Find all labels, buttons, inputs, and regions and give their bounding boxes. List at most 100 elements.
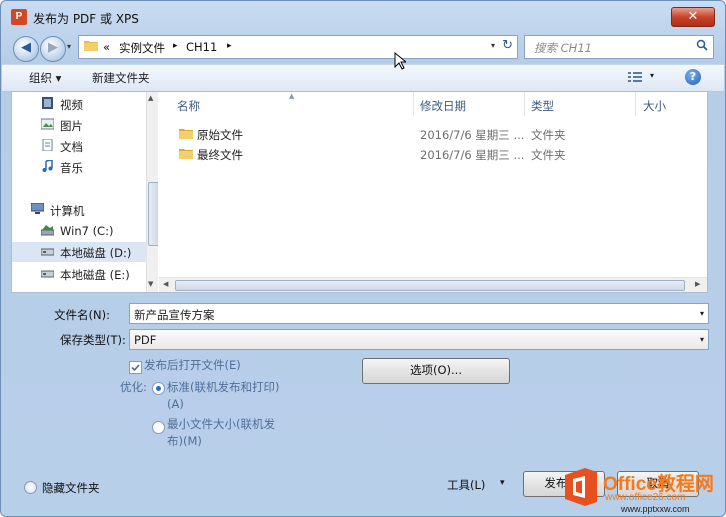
chevron-down-icon[interactable]: ▾ [700,335,704,344]
sidebar-item-label: Win7 (C:) [60,224,114,238]
file-row[interactable]: 最终文件 2016/7/6 星期三 ... 文件夹 [175,144,695,164]
browser-panel: 视频 图片 文档 音乐 计算机 Win7 (C:) 本地磁盘 (D:) 本地磁盘… [11,91,708,293]
sidebar-item-label: 图片 [60,119,83,133]
search-icon[interactable] [696,39,708,51]
search-input[interactable]: 搜索 CH11 [524,35,714,59]
breadcrumb-separator[interactable]: ▸ [173,41,178,51]
sort-indicator-icon: ▲ [289,92,295,100]
checkmark-icon [131,364,140,372]
sidebar-item-documents[interactable]: 文档 [12,136,146,156]
dialog-window: P 发布为 PDF 或 XPS ✕ ◀ ▶ ▾ « 实例文件 ▸ CH11 ▸ … [0,0,726,517]
drive-c-icon [41,225,54,236]
file-name: 最终文件 [197,148,243,162]
recent-locations-dropdown[interactable]: ▾ [67,42,71,51]
address-dropdown[interactable]: ▾ [491,41,495,50]
sidebar-item-pictures[interactable]: 图片 [12,115,146,135]
sidebar-item-label: 音乐 [60,161,83,175]
powerpoint-icon: P [11,9,27,25]
filename-value: 新产品宣传方案 [134,308,215,322]
view-dropdown-icon[interactable]: ▾ [650,71,654,80]
close-button[interactable]: ✕ [671,7,715,27]
sidebar-item-videos[interactable]: 视频 [12,94,146,114]
video-icon [42,97,53,109]
documents-icon [42,139,53,151]
breadcrumb-separator[interactable]: ▸ [227,41,232,51]
sidebar-item-drive-d[interactable]: 本地磁盘 (D:) [12,242,146,262]
address-chevron[interactable]: « [103,40,110,54]
forward-button[interactable]: ▶ [40,36,66,62]
window-title: 发布为 PDF 或 XPS [33,12,139,26]
column-divider[interactable] [413,92,414,116]
back-button[interactable]: ◀ [13,36,39,62]
file-list: ▲ 名称 修改日期 类型 大小 原始文件 2016/7/6 星期三 ... 文件… [159,92,707,292]
column-header-date[interactable]: 修改日期 [420,98,466,114]
music-icon [42,160,53,172]
navigation-pane: 视频 图片 文档 音乐 计算机 Win7 (C:) 本地磁盘 (D:) 本地磁盘… [12,92,158,292]
filetype-select[interactable]: PDF ▾ [129,329,709,350]
optimize-standard-label[interactable]: 标准(联机发布和打印) (A) [167,379,279,413]
optimize-minimum-label[interactable]: 最小文件大小(联机发 布)(M) [167,416,275,450]
column-divider[interactable] [635,92,636,116]
help-button[interactable]: ? [685,69,701,85]
folder-icon [84,41,98,51]
filename-field[interactable]: 新产品宣传方案 ▾ [129,303,709,324]
column-header-name[interactable]: 名称 [177,98,200,114]
scroll-down-icon[interactable]: ▼ [148,280,153,288]
column-header-size[interactable]: 大小 [643,98,666,114]
pictures-icon [41,118,54,130]
mouse-cursor-icon [394,52,406,70]
scroll-up-icon[interactable]: ▲ [148,94,153,102]
sidebar-item-label: 视频 [60,98,83,112]
scroll-thumb[interactable] [148,182,158,246]
optimize-label: 优化: [120,380,147,394]
file-row[interactable]: 原始文件 2016/7/6 星期三 ... 文件夹 [175,124,695,144]
file-date: 2016/7/6 星期三 ... [420,128,525,142]
title-bar: P 发布为 PDF 或 XPS ✕ [1,1,725,33]
chevron-up-icon[interactable] [24,481,37,494]
breadcrumb-segment-1[interactable]: 实例文件 [119,40,165,56]
sidebar-item-label: 本地磁盘 (D:) [60,246,132,260]
organize-button[interactable]: 组织 ▾ [29,70,61,86]
optimize-standard-radio[interactable] [152,382,165,395]
optimize-minimum-radio[interactable] [152,421,165,434]
hide-folders-button[interactable]: 隐藏文件夹 [42,480,100,496]
office-logo-icon [565,468,597,506]
file-type: 文件夹 [531,128,566,142]
command-toolbar: 组织 ▾ 新建文件夹 ▾ ? [2,64,724,92]
view-options-icon[interactable] [628,71,642,83]
file-name: 原始文件 [197,128,243,142]
new-folder-button[interactable]: 新建文件夹 [92,70,150,86]
chevron-down-icon[interactable]: ▾ [700,309,704,318]
watermark-logo: Office教程网 www.office26.com www.pptxxw.co… [563,465,721,515]
folder-icon [179,149,193,159]
sidebar-scrollbar[interactable]: ▲ ▼ [146,92,158,292]
scroll-right-icon[interactable]: ▶ [695,280,700,288]
scroll-thumb[interactable] [175,280,685,291]
open-after-publish-checkbox[interactable] [129,361,142,374]
sidebar-item-drive-c[interactable]: Win7 (C:) [12,221,146,241]
sidebar-item-music[interactable]: 音乐 [12,157,146,177]
column-header-type[interactable]: 类型 [531,98,554,114]
tools-dropdown-icon[interactable]: ▾ [500,478,505,488]
filetype-value: PDF [134,333,157,347]
refresh-icon[interactable]: ↻ [502,38,513,53]
watermark-url-2: www.pptxxw.com [621,504,690,514]
drive-icon [41,270,54,278]
sidebar-item-label: 本地磁盘 (E:) [60,268,130,282]
sidebar-item-computer[interactable]: 计算机 [12,200,146,220]
scroll-left-icon[interactable]: ◀ [163,280,168,288]
file-list-horizontal-scrollbar[interactable]: ◀ ▶ [159,277,707,292]
address-bar[interactable]: « 实例文件 ▸ CH11 ▸ ▾ ↻ [78,35,518,59]
navigation-bar: ◀ ▶ ▾ « 实例文件 ▸ CH11 ▸ ▾ ↻ 搜索 CH11 [1,33,725,62]
drive-icon [41,248,54,256]
sidebar-item-label: 计算机 [50,204,85,218]
breadcrumb-segment-2[interactable]: CH11 [186,40,217,54]
tools-button[interactable]: 工具(L) [447,477,485,493]
search-placeholder: 搜索 CH11 [534,41,592,55]
watermark-url: www.office26.com [605,492,686,503]
column-divider[interactable] [524,92,525,116]
folder-icon [179,129,193,139]
open-after-publish-label[interactable]: 发布后打开文件(E) [144,357,241,374]
options-button[interactable]: 选项(O)... [362,358,510,384]
sidebar-item-drive-e[interactable]: 本地磁盘 (E:) [12,264,146,284]
